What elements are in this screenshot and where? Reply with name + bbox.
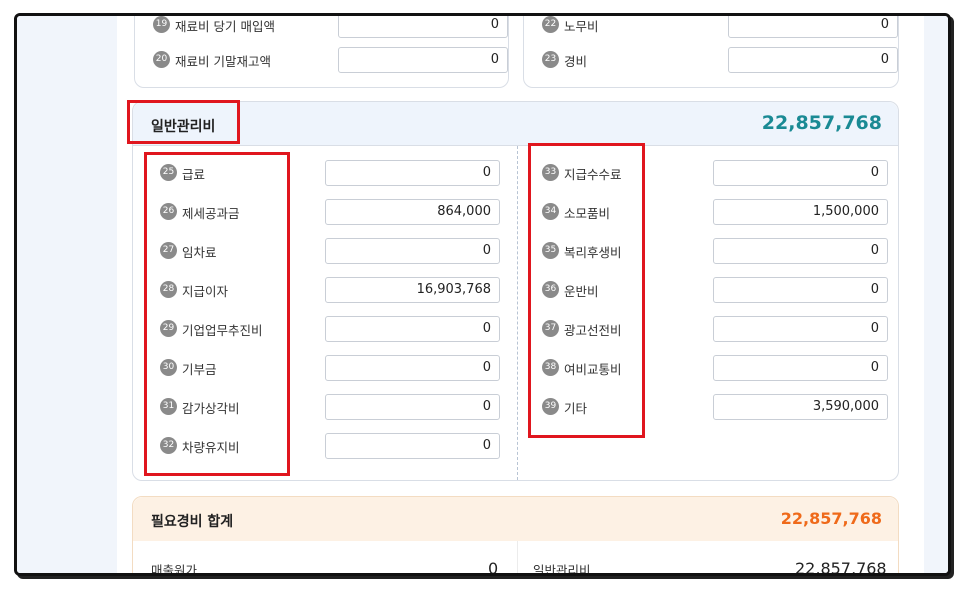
cogs-summary-label: 매출원가: [151, 563, 198, 576]
highlight-box-left-column: [144, 152, 290, 476]
section-total: 22,857,768: [761, 112, 882, 134]
field-label: 재료비 기말재고액: [175, 54, 271, 69]
amount-input[interactable]: 864,000: [325, 199, 500, 225]
form-row: 19 재료비 당기 매입액 0: [153, 16, 508, 38]
summary-title: 필요경비 합계: [151, 514, 234, 530]
highlight-box-right-column: [528, 143, 645, 438]
amount-input[interactable]: 0: [325, 433, 500, 459]
summary-divider: [517, 541, 518, 573]
admin-section-header: 일반관리비 22,857,768: [133, 102, 898, 146]
cogs-card-left: 19 재료비 당기 매입액 0 20 재료비 기말재고액 0: [134, 16, 509, 88]
amount-input[interactable]: 0: [713, 355, 888, 381]
field-label: 재료비 당기 매입액: [175, 19, 275, 34]
amount-input[interactable]: 3,590,000: [713, 394, 888, 420]
left-gutter: [17, 16, 117, 573]
amount-input[interactable]: 0: [338, 47, 508, 73]
summary-total: 22,857,768: [780, 509, 882, 528]
cogs-summary-value: 0: [488, 559, 499, 576]
amount-input[interactable]: 0: [713, 160, 888, 186]
amount-input[interactable]: 0: [325, 355, 500, 381]
form-row: 23 경비 0: [542, 47, 898, 73]
admin-summary-label: 일반관리비: [533, 563, 591, 576]
highlight-box-title: [127, 100, 240, 144]
amount-input[interactable]: 0: [713, 316, 888, 342]
form-row: 22 노무비 0: [542, 16, 898, 38]
amount-input[interactable]: 0: [728, 16, 898, 38]
amount-input[interactable]: 0: [713, 238, 888, 264]
total-expense-card: 필요경비 합계 22,857,768 매출원가 0 일반관리비 22,857,7…: [132, 496, 899, 576]
number-badge: 19: [153, 16, 170, 33]
right-gutter: [924, 16, 948, 573]
amount-input[interactable]: 0: [325, 394, 500, 420]
field-label: 경비: [564, 54, 588, 69]
form-row: 20 재료비 기말재고액 0: [153, 47, 508, 73]
admin-summary-value: 22,857,768: [795, 559, 887, 576]
summary-header: 필요경비 합계 22,857,768: [133, 497, 898, 541]
amount-input[interactable]: 0: [713, 277, 888, 303]
number-badge: 23: [542, 51, 559, 68]
number-badge: 22: [542, 16, 559, 33]
number-badge: 20: [153, 51, 170, 68]
amount-input[interactable]: 16,903,768: [325, 277, 500, 303]
amount-input[interactable]: 0: [325, 316, 500, 342]
column-divider: [517, 146, 518, 480]
field-label: 노무비: [564, 19, 599, 34]
app-window: 19 재료비 당기 매입액 0 20 재료비 기말재고액 0 22 노무비 0 …: [14, 13, 951, 576]
amount-input[interactable]: 0: [325, 238, 500, 264]
amount-input[interactable]: 0: [338, 16, 508, 38]
amount-input[interactable]: 0: [325, 160, 500, 186]
cogs-card-right: 22 노무비 0 23 경비 0: [523, 16, 899, 88]
amount-input[interactable]: 0: [728, 47, 898, 73]
amount-input[interactable]: 1,500,000: [713, 199, 888, 225]
